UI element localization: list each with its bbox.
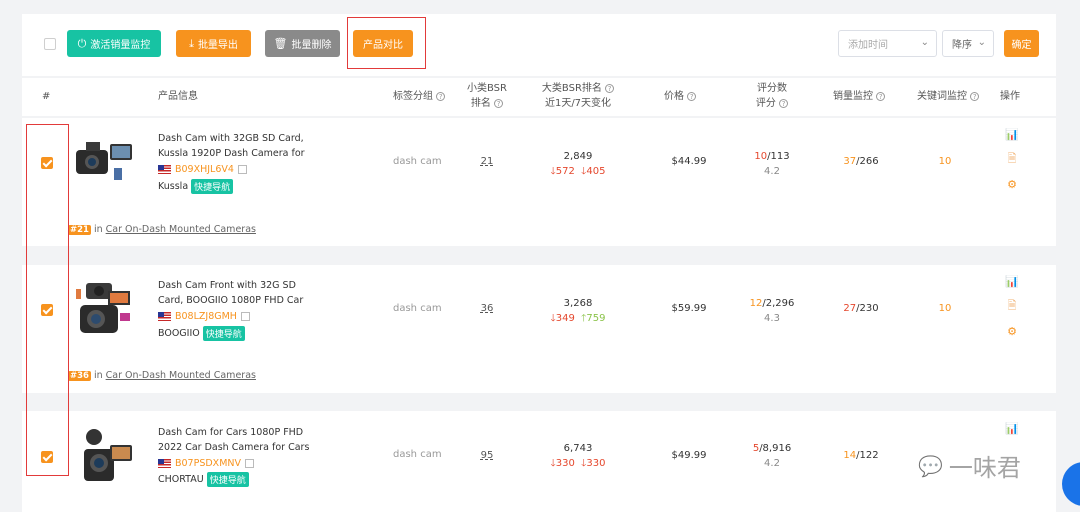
select-all-checkbox[interactable]: [44, 38, 56, 50]
tag-group-value: dash cam: [393, 303, 442, 314]
external-link-icon[interactable]: [240, 312, 250, 321]
header-rating[interactable]: 评分数 评分 ?: [744, 81, 800, 111]
product-title-link[interactable]: Dash Cam with 32GB SD Card, Kussla 1920P…: [158, 131, 328, 161]
batch-delete-button[interactable]: 🗑 批量删除: [265, 30, 340, 57]
download-icon: ⤓: [189, 37, 194, 50]
big-bsr-cell: 6,743 🡓330 🡓330: [550, 443, 606, 469]
price-value: $44.99: [671, 156, 707, 167]
small-bsr-value[interactable]: 21: [462, 156, 512, 167]
big-bsr-cell: 2,849 🡓572 🡓405: [550, 151, 606, 177]
us-flag-icon: [158, 312, 171, 321]
document-icon[interactable]: 🗎: [1008, 150, 1017, 169]
rating-cell: 12/2,296 4.3: [749, 298, 795, 324]
tag-group-value: dash cam: [393, 156, 442, 167]
help-icon: ?: [605, 83, 615, 93]
sort-order-select[interactable]: 降序 ⌄: [942, 30, 994, 57]
toolbar: ⏻ 激活销量监控 ⤓ 批量导出 🗑 批量删除 产品对比 添加时间 ⌄ 降序 ⌄ …: [22, 14, 1056, 76]
chevron-down-icon: ⌄: [920, 37, 929, 48]
header-index: #: [42, 91, 51, 102]
checkbox-highlight-box: [26, 124, 69, 476]
quick-nav-tag[interactable]: 快捷导航: [202, 326, 245, 341]
table-row: Dash Cam with 32GB SD Card, Kussla 1920P…: [22, 118, 1056, 246]
product-monitor-page: ⏻ 激活销量监控 ⤓ 批量导出 🗑 批量删除 产品对比 添加时间 ⌄ 降序 ⌄ …: [0, 0, 1080, 512]
price-value: $49.99: [671, 450, 707, 461]
compare-highlight-box: [347, 17, 426, 69]
us-flag-icon: [158, 459, 171, 468]
floating-help-button[interactable]: [1062, 462, 1080, 506]
small-bsr-value[interactable]: 36: [462, 303, 512, 314]
watermark: 💬 一味君: [918, 453, 1021, 483]
table-row: Dash Cam Front with 32G SD Card, BOOGIIO…: [22, 265, 1056, 393]
sales-monitor-value[interactable]: 27/230: [833, 303, 889, 314]
help-icon: ?: [687, 91, 697, 101]
batch-export-button[interactable]: ⤓ 批量导出: [176, 30, 251, 57]
header-small-bsr[interactable]: 小类BSR 排名 ?: [462, 81, 512, 111]
gear-icon[interactable]: ⚙: [1007, 178, 1017, 191]
help-icon: ?: [494, 98, 504, 108]
wechat-icon: 💬: [918, 453, 943, 478]
help-icon: ?: [436, 91, 446, 101]
product-title-link[interactable]: Dash Cam for Cars 1080P FHD 2022 Car Das…: [158, 425, 328, 455]
table-header: # 产品信息 标签分组 ? 小类BSR 排名 ? 大类BSR排名 ? 近1天/7…: [22, 78, 1056, 116]
trash-icon: 🗑: [273, 37, 288, 50]
asin-link[interactable]: B08LZJ8GMH: [158, 311, 250, 322]
quick-nav-tag[interactable]: 快捷导航: [206, 472, 249, 487]
row-actions: 📊: [1000, 422, 1024, 435]
help-icon: ?: [779, 98, 789, 108]
external-link-icon[interactable]: [237, 165, 247, 174]
category-link[interactable]: Car On-Dash Mounted Cameras: [106, 370, 256, 381]
price-value: $59.99: [671, 303, 707, 314]
row-actions: 📊 🗎 ⚙: [1000, 128, 1024, 191]
category-info: #36 in Car On-Dash Mounted Cameras: [68, 370, 256, 381]
sales-monitor-value[interactable]: 37/266: [833, 156, 889, 167]
header-tag-group[interactable]: 标签分组 ?: [393, 89, 446, 104]
rating-cell: 5/8,916 4.2: [752, 443, 792, 469]
keyword-monitor-value[interactable]: 10: [917, 303, 973, 314]
category-link[interactable]: Car On-Dash Mounted Cameras: [106, 224, 256, 235]
brand: Kussla 快捷导航: [158, 179, 234, 194]
us-flag-icon: [158, 165, 171, 174]
brand: BOOGIIO 快捷导航: [158, 326, 245, 341]
external-link-icon[interactable]: [245, 459, 254, 468]
power-icon: ⏻: [77, 37, 87, 50]
rating-cell: 10/113 4.2: [754, 151, 790, 177]
chevron-down-icon: ⌄: [977, 37, 986, 48]
small-bsr-value[interactable]: 95: [462, 450, 512, 461]
tag-group-value: dash cam: [393, 449, 442, 460]
activate-sales-monitor-button[interactable]: ⏻ 激活销量监控: [67, 30, 161, 57]
chart-icon[interactable]: 📊: [1005, 275, 1019, 288]
header-big-bsr[interactable]: 大类BSR排名 ? 近1天/7天变化: [532, 81, 624, 111]
asin-link[interactable]: B07PSDXMNV: [158, 458, 254, 469]
document-icon[interactable]: 🗎: [1008, 297, 1017, 316]
brand: CHORTAU 快捷导航: [158, 472, 249, 487]
product-image: [84, 429, 132, 481]
row-actions: 📊 🗎 ⚙: [1000, 275, 1024, 338]
big-bsr-cell: 3,268 🡓349 🡑759: [550, 298, 606, 324]
gear-icon[interactable]: ⚙: [1007, 325, 1017, 338]
header-price[interactable]: 价格 ?: [664, 89, 697, 104]
confirm-button[interactable]: 确定: [1004, 30, 1039, 57]
help-icon: ?: [876, 91, 886, 101]
product-title-link[interactable]: Dash Cam Front with 32G SD Card, BOOGIIO…: [158, 278, 328, 308]
header-keyword-monitor[interactable]: 关键词监控 ?: [917, 89, 980, 104]
quick-nav-tag[interactable]: 快捷导航: [191, 179, 234, 194]
keyword-monitor-value[interactable]: 10: [917, 156, 973, 167]
asin-link[interactable]: B09XHJL6V4: [158, 164, 247, 175]
product-image: [76, 283, 130, 333]
table-row: Dash Cam for Cars 1080P FHD 2022 Car Das…: [22, 411, 1056, 512]
header-sales-monitor[interactable]: 销量监控 ?: [833, 89, 886, 104]
chart-icon[interactable]: 📊: [1005, 422, 1019, 435]
header-actions: 操作: [1000, 91, 1020, 102]
category-info: #21 in Car On-Dash Mounted Cameras: [68, 224, 256, 235]
chart-icon[interactable]: 📊: [1005, 128, 1019, 141]
sales-monitor-value[interactable]: 14/122: [833, 450, 889, 461]
help-icon: ?: [970, 91, 980, 101]
sort-field-select[interactable]: 添加时间 ⌄: [838, 30, 937, 57]
header-product-info: 产品信息: [158, 91, 198, 102]
product-image: [76, 142, 132, 180]
